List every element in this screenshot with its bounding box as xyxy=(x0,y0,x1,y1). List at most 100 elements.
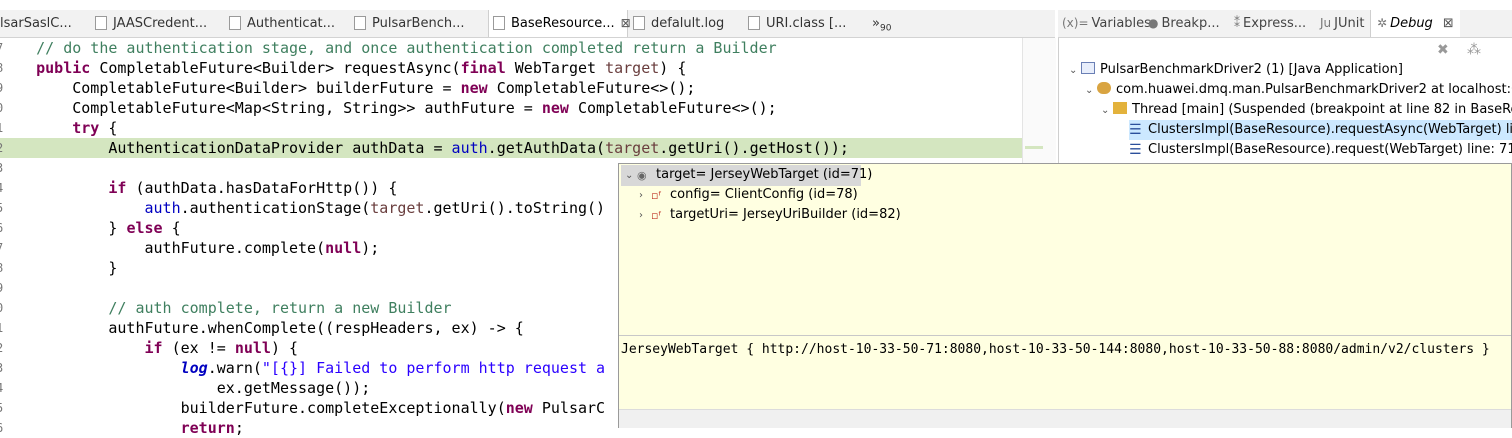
editor-tab[interactable]: URI.class [... xyxy=(748,10,858,37)
tab-junit[interactable]: Ju JUnit xyxy=(1320,10,1364,37)
java-file-icon xyxy=(493,16,505,30)
tab-label: Express... xyxy=(1243,16,1307,31)
code-line: 9 CompletableFuture<Builder> builderFutu… xyxy=(0,78,1022,98)
variable-label: targetUri= JerseyUriBuilder (id=82) xyxy=(670,207,901,222)
suspended-thread-icon xyxy=(1113,102,1127,114)
tab-label: URI.class [... xyxy=(766,16,847,31)
code-line: 7 // do the authentication stage, and on… xyxy=(0,38,1022,58)
overview-ruler-marker[interactable] xyxy=(1025,146,1043,149)
tree-item-label: PulsarBenchmarkDriver2 (1) [Java Applica… xyxy=(1100,62,1403,77)
popup-tree-item-config[interactable]: › ▫ᶠ config= ClientConfig (id=78) xyxy=(639,185,858,206)
tab-label: Breakp... xyxy=(1161,16,1220,31)
editor-tab[interactable]: lsarSaslC... xyxy=(0,10,88,37)
tab-label: Authenticat... xyxy=(247,16,336,31)
jvm-process-icon xyxy=(1097,82,1111,94)
private-field-icon: ▫ᶠ xyxy=(651,209,662,222)
java-file-icon xyxy=(229,16,241,30)
code-line: 1 try { xyxy=(0,118,1022,138)
editor-tab-bar: lsarSaslC... JAASCredent... Authenticat.… xyxy=(0,10,1055,38)
code-text: } xyxy=(0,259,118,277)
code-text: builderFuture.completeExceptionally(new … xyxy=(180,399,606,417)
collapse-arrow-icon[interactable]: ⌄ xyxy=(1069,61,1081,81)
expand-arrow-icon[interactable]: › xyxy=(639,206,651,226)
close-tab-icon[interactable]: ⊠ xyxy=(621,16,631,30)
log-file-icon xyxy=(633,16,645,30)
junit-icon: Ju xyxy=(1320,16,1332,30)
code-text: CompletableFuture<Map<String, String>> a… xyxy=(0,99,777,117)
current-breakpoint-line: 2 AuthenticationDataProvider authData = … xyxy=(0,138,1022,158)
code-text: log.warn("[{}] Failed to perform http re… xyxy=(180,359,606,377)
hidden-tab-count: 90 xyxy=(879,23,892,34)
java-file-icon xyxy=(354,16,366,30)
stack-frame-icon: ☰ xyxy=(1129,142,1142,158)
variable-label: config= ClientConfig (id=78) xyxy=(670,187,858,202)
remove-terminated-icon[interactable]: ✖ xyxy=(1437,42,1455,58)
stack-frame-icon: ☰ xyxy=(1129,122,1142,138)
tab-variables[interactable]: (x)= Variables xyxy=(1062,10,1151,37)
code-line: 8 public CompletableFuture<Builder> requ… xyxy=(0,58,1022,78)
tab-label: defalult.log xyxy=(651,16,725,31)
close-tab-icon[interactable]: ⊠ xyxy=(1443,16,1454,31)
editor-tab[interactable]: JAASCredent... xyxy=(95,10,227,37)
variable-label: target= JerseyWebTarget (id=71) xyxy=(656,167,873,182)
java-file-icon xyxy=(95,16,107,30)
java-application-icon xyxy=(1081,62,1095,74)
code-text: authFuture.complete(null); xyxy=(144,239,380,257)
code-text: // do the authentication stage, and once… xyxy=(0,39,777,57)
code-text: if (authData.hasDataForHttp()) { xyxy=(108,179,398,197)
tab-debug[interactable]: ✲ Debug ⊠ xyxy=(1370,10,1460,37)
code-text: ex.getMessage()); xyxy=(0,379,371,397)
more-tabs-button[interactable]: »90 xyxy=(872,10,902,37)
popup-horizontal-scrollbar[interactable] xyxy=(619,409,1511,428)
popup-divider xyxy=(619,335,1511,336)
expressions-icon: ⁑ xyxy=(1234,16,1240,30)
line-number: 9 xyxy=(0,278,6,298)
tree-item-thread[interactable]: ⌄ Thread [main] (Suspended (breakpoint at… xyxy=(1101,100,1512,121)
tab-label: BaseResource... xyxy=(511,16,615,31)
collapse-arrow-icon[interactable]: ⌄ xyxy=(1085,81,1097,101)
editor-tab-active[interactable]: BaseResource... ⊠ xyxy=(488,10,631,37)
stack-frame[interactable]: ☰ ClustersImpl(BaseResource).request(WebT… xyxy=(1129,140,1512,160)
private-field-icon: ▫ᶠ xyxy=(651,189,662,202)
expand-arrow-icon[interactable]: › xyxy=(639,186,651,206)
tab-label: Debug xyxy=(1390,16,1433,31)
tree-item-label: ClustersImpl(BaseResource).request(WebTa… xyxy=(1148,142,1512,157)
popup-variable-tree: ⌄ ◉ target= JerseyWebTarget (id=71) › ▫ᶠ con… xyxy=(619,164,1511,334)
class-file-icon xyxy=(748,16,760,30)
tree-item-application[interactable]: ⌄ PulsarBenchmarkDriver2 (1) [Java Applic… xyxy=(1069,60,1403,81)
code-text: // auth complete, return a new Builder xyxy=(0,299,452,317)
collapse-arrow-icon[interactable]: ⌄ xyxy=(625,166,637,186)
object-icon: ◉ xyxy=(637,169,647,182)
debug-bug-icon: ✲ xyxy=(1377,16,1388,30)
line-number: 3 xyxy=(0,158,6,178)
tab-expressions[interactable]: ⁑ Express... xyxy=(1234,10,1306,37)
popup-tree-item-targeturi[interactable]: › ▫ᶠ targetUri= JerseyUriBuilder (id=82) xyxy=(639,205,901,226)
tree-item-label: Thread [main] (Suspended (breakpoint at … xyxy=(1132,102,1512,117)
popup-value-detail: JerseyWebTarget { http://host-10-33-50-7… xyxy=(621,342,1490,357)
code-text: try { xyxy=(72,119,118,137)
code-text: AuthenticationDataProvider authData = au… xyxy=(0,139,849,157)
tab-label: PulsarBench... xyxy=(372,16,465,31)
editor-tab[interactable]: defalult.log xyxy=(633,10,733,37)
editor-tab[interactable]: Authenticat... xyxy=(229,10,347,37)
tab-breakpoints[interactable]: ● Breakp... xyxy=(1148,10,1220,37)
view-menu-icon[interactable]: ⁂ xyxy=(1467,42,1485,58)
variable-inspect-popup[interactable]: ⌄ ◉ target= JerseyWebTarget (id=71) › ▫ᶠ con… xyxy=(618,163,1512,428)
code-text: authFuture.whenComplete((respHeaders, ex… xyxy=(108,319,524,337)
tree-item-process[interactable]: ⌄ com.huawei.dmq.man.PulsarBenchmarkDrive… xyxy=(1085,80,1512,101)
collapse-arrow-icon[interactable]: ⌄ xyxy=(1101,101,1113,121)
code-text: } else { xyxy=(0,219,181,237)
code-text: auth.authenticationStage(target.getUri()… xyxy=(144,199,606,217)
code-line: 0 CompletableFuture<Map<String, String>>… xyxy=(0,98,1022,118)
popup-tree-item-target[interactable]: ⌄ ◉ target= JerseyWebTarget (id=71) xyxy=(621,165,872,186)
tab-label: Variables xyxy=(1091,16,1151,31)
editor-tab[interactable]: PulsarBench... xyxy=(354,10,480,37)
debug-view-tab-bar: (x)= Variables ● Breakp... ⁑ Express... Ju J… xyxy=(1058,10,1512,38)
breakpoint-icon: ● xyxy=(1148,16,1159,30)
stack-frame-selected[interactable]: ☰ ClustersImpl(BaseResource).requestAsync… xyxy=(1129,120,1512,140)
tree-item-label: ClustersImpl(BaseResource).requestAsync(… xyxy=(1148,122,1512,137)
code-text: CompletableFuture<Builder> builderFuture… xyxy=(0,79,696,97)
tab-label: JUnit xyxy=(1334,16,1365,31)
tab-label: lsarSaslC... xyxy=(0,16,72,31)
variables-icon: (x)= xyxy=(1062,16,1089,30)
